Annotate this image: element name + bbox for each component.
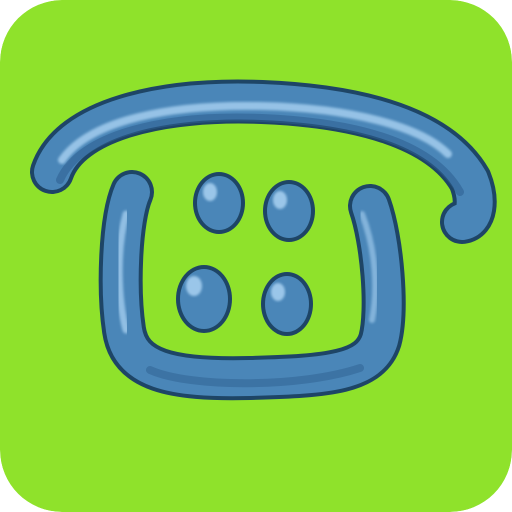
- keypad-button-1: [193, 172, 245, 234]
- phone-app-icon[interactable]: [0, 0, 512, 512]
- keypad-button-2: [263, 180, 315, 242]
- keypad-button-4: [261, 272, 313, 336]
- keypad-button-3: [176, 265, 232, 333]
- icon-background: [0, 0, 512, 512]
- telephone-icon: [0, 0, 512, 512]
